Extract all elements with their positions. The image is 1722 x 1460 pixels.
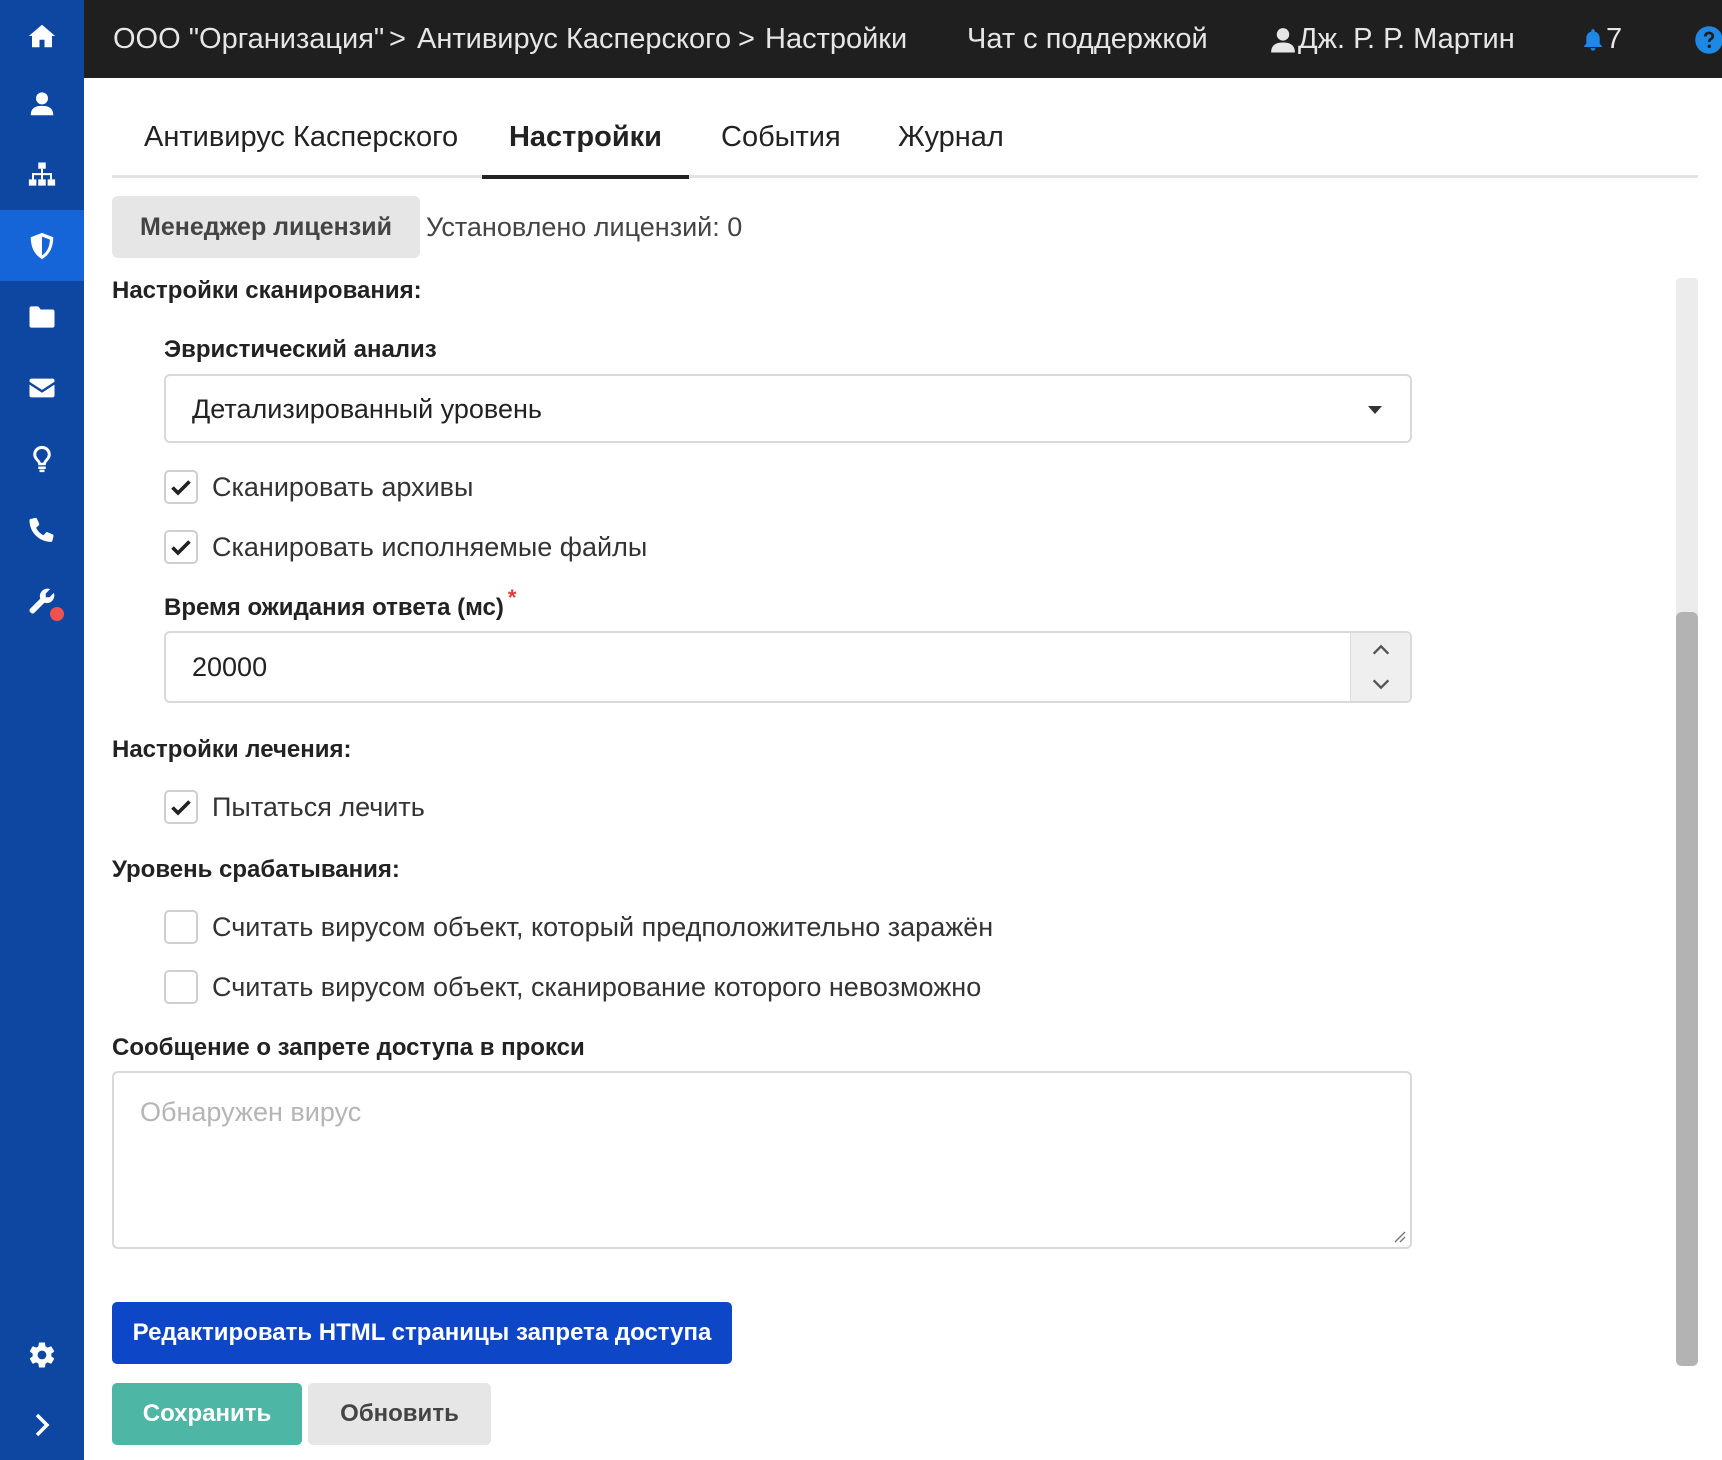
- shield-icon: [30, 232, 54, 259]
- tab-antivirus[interactable]: Антивирус Касперского: [144, 78, 458, 178]
- sidebar-item-phone[interactable]: [0, 494, 84, 565]
- bell-icon: [1584, 29, 1602, 51]
- checkmark-icon: [171, 480, 191, 496]
- top-bar: ООО "Организация" > Антивирус Касперског…: [84, 0, 1722, 78]
- tab-events[interactable]: События: [721, 78, 841, 178]
- sidebar-item-tips[interactable]: [0, 423, 84, 494]
- scan-settings-title: Настройки сканирования:: [112, 277, 422, 304]
- tab-bar: Антивирус Касперского Настройки События …: [112, 78, 1698, 179]
- heuristic-level-select[interactable]: Детализированный уровень: [164, 374, 1412, 443]
- breadcrumb-separator: >: [738, 23, 755, 55]
- breadcrumb-org[interactable]: ООО "Организация": [113, 0, 384, 78]
- user-icon: [30, 91, 54, 115]
- notifications-button[interactable]: 7: [1580, 0, 1622, 78]
- timeout-label: Время ожидания ответа (мс) *: [164, 585, 516, 622]
- breadcrumb-separator: >: [389, 23, 406, 55]
- help-button[interactable]: [1694, 0, 1722, 78]
- save-button[interactable]: Сохранить: [112, 1383, 302, 1445]
- network-icon: [28, 162, 56, 186]
- sidebar-item-home[interactable]: [0, 0, 84, 71]
- proxy-message-placeholder: Обнаружен вирус: [140, 1097, 362, 1127]
- notifications-count: 7: [1606, 23, 1623, 55]
- sidebar-expand[interactable]: [0, 1389, 84, 1460]
- heuristic-analysis-label: Эвристический анализ: [164, 336, 437, 363]
- required-mark: *: [507, 585, 517, 610]
- edit-html-button[interactable]: Редактировать HTML страницы запрета дост…: [112, 1302, 732, 1364]
- stepper-up-button[interactable]: [1351, 633, 1411, 667]
- checkbox-box[interactable]: [164, 910, 198, 944]
- folder-icon: [29, 305, 55, 328]
- checkbox-box[interactable]: [164, 970, 198, 1004]
- chevron-up-icon: [1372, 644, 1390, 655]
- user-icon: [1271, 28, 1295, 53]
- sidebar-item-users[interactable]: [0, 68, 84, 139]
- stepper-down-button[interactable]: [1351, 667, 1411, 701]
- checkbox-box[interactable]: [164, 470, 198, 504]
- cure-settings-title: Настройки лечения:: [112, 736, 352, 763]
- sidebar-item-network[interactable]: [0, 139, 84, 210]
- chevron-down-icon: [1372, 679, 1390, 690]
- timeout-label-text: Время ожидания ответа (мс): [164, 594, 504, 621]
- tab-settings[interactable]: Настройки: [482, 78, 689, 179]
- home-icon: [28, 24, 56, 47]
- dropdown-caret-icon: [1368, 406, 1382, 414]
- proxy-message-textarea[interactable]: Обнаружен вирус: [112, 1071, 1412, 1249]
- user-name: Дж. Р. Р. Мартин: [1298, 23, 1515, 55]
- lightbulb-icon: [33, 445, 51, 472]
- proxy-message-label: Сообщение о запрете доступа в прокси: [112, 1034, 585, 1061]
- sidebar: [0, 0, 84, 1460]
- scan-archives-label: Сканировать архивы: [212, 471, 474, 502]
- try-cure-checkbox[interactable]: Пытаться лечить: [164, 789, 425, 825]
- help-icon: [1695, 26, 1722, 55]
- sidebar-item-files[interactable]: [0, 281, 84, 352]
- timeout-value: 20000: [192, 652, 268, 682]
- scan-executables-checkbox[interactable]: Сканировать исполняемые файлы: [164, 529, 647, 565]
- sidebar-item-tools[interactable]: [0, 565, 84, 636]
- phone-icon: [29, 517, 54, 542]
- notification-badge-dot: [50, 607, 64, 621]
- timeout-stepper: [1350, 633, 1410, 701]
- scan-executables-label: Сканировать исполняемые файлы: [212, 531, 648, 562]
- resize-grip-icon[interactable]: [1392, 1229, 1406, 1243]
- sidebar-item-mail[interactable]: [0, 352, 84, 423]
- suspected-virus-checkbox[interactable]: Считать вирусом объект, который предполо…: [164, 909, 993, 945]
- checkbox-box[interactable]: [164, 790, 198, 824]
- scrollbar-thumb[interactable]: [1676, 612, 1698, 1366]
- user-menu[interactable]: Дж. Р. Р. Мартин: [1268, 0, 1515, 78]
- mail-icon: [29, 378, 55, 397]
- scan-archives-checkbox[interactable]: Сканировать архивы: [164, 469, 473, 505]
- installed-licenses-text: Установлено лицензий: 0: [426, 212, 743, 242]
- breadcrumb-settings: Настройки: [765, 23, 908, 55]
- sidebar-item-settings[interactable]: [0, 1319, 84, 1390]
- breadcrumb-antivirus[interactable]: Антивирус Касперского: [417, 0, 731, 78]
- tab-log[interactable]: Журнал: [898, 78, 1004, 178]
- license-manager-button[interactable]: Менеджер лицензий: [112, 196, 420, 258]
- timeout-input[interactable]: 20000: [164, 631, 1412, 703]
- scrollbar-track[interactable]: [1676, 278, 1698, 1366]
- support-chat-link[interactable]: Чат с поддержкой: [967, 0, 1208, 78]
- checkmark-icon: [171, 800, 191, 816]
- heuristic-level-value: Детализированный уровень: [192, 394, 542, 424]
- suspected-virus-label: Считать вирусом объект, который предполо…: [212, 911, 994, 942]
- sidebar-item-security[interactable]: [0, 210, 84, 281]
- gear-icon: [29, 1342, 55, 1367]
- unscannable-virus-checkbox[interactable]: Считать вирусом объект, сканирование кот…: [164, 969, 981, 1005]
- refresh-button[interactable]: Обновить: [308, 1383, 491, 1445]
- try-cure-label: Пытаться лечить: [212, 791, 425, 822]
- unscannable-virus-label: Считать вирусом объект, сканирование кот…: [212, 971, 982, 1002]
- checkmark-icon: [171, 540, 191, 556]
- chevron-right-icon: [35, 1413, 50, 1436]
- trigger-level-title: Уровень срабатывания:: [112, 856, 400, 883]
- checkbox-box[interactable]: [164, 530, 198, 564]
